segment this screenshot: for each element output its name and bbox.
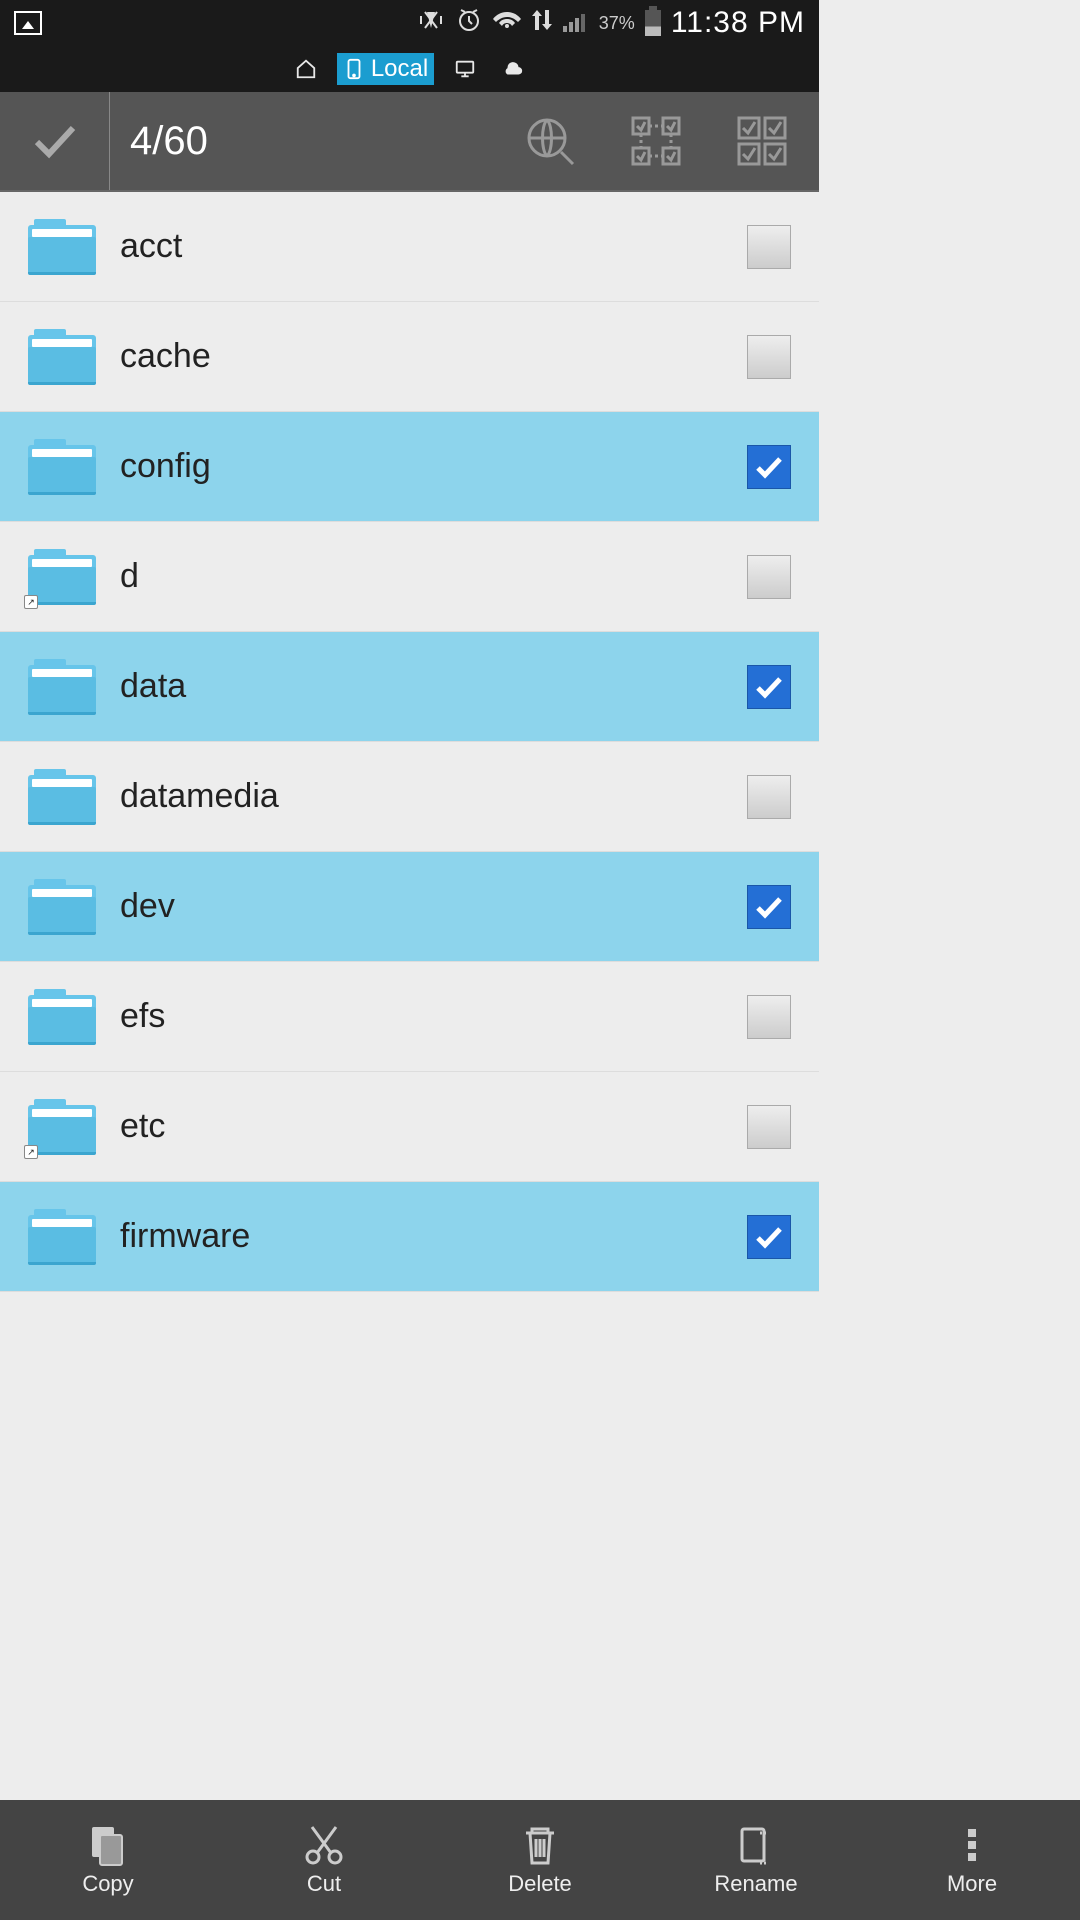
checkbox[interactable]	[747, 1105, 791, 1149]
checkbox[interactable]	[747, 335, 791, 379]
file-row[interactable]: efs	[0, 962, 819, 1072]
computer-icon	[454, 58, 476, 80]
vibrate-icon	[417, 8, 445, 39]
location-tabs: Local	[0, 46, 819, 92]
tab-local[interactable]: Local	[337, 53, 434, 85]
delete-button[interactable]: Delete	[432, 1800, 648, 1920]
file-name: dev	[120, 887, 747, 926]
file-name: datamedia	[120, 777, 747, 816]
checkbox[interactable]	[747, 775, 791, 819]
scissors-icon	[302, 1823, 346, 1867]
checkbox[interactable]	[747, 995, 791, 1039]
file-row[interactable]: firmware	[0, 1182, 819, 1292]
clock: 11:38 PM	[671, 6, 805, 40]
tab-local-label: Local	[371, 55, 428, 83]
select-all-button[interactable]	[735, 114, 789, 168]
file-row[interactable]: data	[0, 632, 819, 742]
file-row[interactable]: ↗d	[0, 522, 819, 632]
tab-cloud[interactable]	[496, 56, 530, 82]
file-name: config	[120, 447, 747, 486]
sync-icon	[531, 8, 553, 39]
bottom-toolbar: Copy Cut Delete Rename More	[0, 1800, 1080, 1920]
done-button[interactable]	[0, 92, 110, 190]
file-name: etc	[120, 1107, 747, 1146]
file-row[interactable]: cache	[0, 302, 819, 412]
battery-percentage: 37%	[599, 13, 635, 34]
file-name: firmware	[120, 1217, 747, 1256]
checkbox[interactable]	[747, 555, 791, 599]
folder-icon	[28, 989, 96, 1045]
shortcut-badge-icon: ↗	[24, 595, 38, 609]
alarm-icon	[455, 6, 483, 41]
delete-label: Delete	[508, 1871, 572, 1897]
folder-icon	[28, 219, 96, 275]
folder-icon	[28, 439, 96, 495]
file-row[interactable]: acct	[0, 192, 819, 302]
folder-icon	[28, 769, 96, 825]
tab-home[interactable]	[289, 56, 323, 82]
checkbox[interactable]	[747, 225, 791, 269]
signal-icon	[563, 8, 589, 39]
rename-button[interactable]: Rename	[648, 1800, 864, 1920]
selection-count: 4/60	[110, 119, 523, 164]
file-name: data	[120, 667, 747, 706]
tab-lan[interactable]	[448, 56, 482, 82]
phone-icon	[343, 58, 365, 80]
more-label: More	[947, 1871, 997, 1897]
shortcut-badge-icon: ↗	[24, 1145, 38, 1159]
wifi-icon	[493, 8, 521, 39]
copy-icon	[86, 1823, 130, 1867]
rename-icon	[734, 1823, 778, 1867]
cloud-icon	[502, 58, 524, 80]
checkbox[interactable]	[747, 1215, 791, 1259]
home-icon	[295, 58, 317, 80]
checkbox[interactable]	[747, 885, 791, 929]
search-web-button[interactable]	[523, 114, 577, 168]
more-icon	[950, 1823, 994, 1867]
file-name: d	[120, 557, 747, 596]
folder-icon	[28, 879, 96, 935]
rename-label: Rename	[714, 1871, 797, 1897]
status-bar: 37% 11:38 PM	[0, 0, 819, 46]
battery-icon	[645, 10, 661, 36]
selection-action-bar: 4/60	[0, 92, 819, 192]
folder-icon	[28, 659, 96, 715]
gallery-icon	[14, 11, 42, 35]
file-name: acct	[120, 227, 747, 266]
copy-button[interactable]: Copy	[0, 1800, 216, 1920]
file-name: efs	[120, 997, 747, 1036]
folder-icon: ↗	[28, 1099, 96, 1155]
folder-icon	[28, 329, 96, 385]
cut-button[interactable]: Cut	[216, 1800, 432, 1920]
folder-icon: ↗	[28, 549, 96, 605]
file-row[interactable]: config	[0, 412, 819, 522]
folder-icon	[28, 1209, 96, 1265]
copy-label: Copy	[82, 1871, 133, 1897]
more-button[interactable]: More	[864, 1800, 1080, 1920]
cut-label: Cut	[307, 1871, 341, 1897]
file-list[interactable]: acctcacheconfig↗ddatadatamediadevefs↗etc…	[0, 192, 819, 1292]
checkbox[interactable]	[747, 445, 791, 489]
trash-icon	[518, 1823, 562, 1867]
file-row[interactable]: datamedia	[0, 742, 819, 852]
checkbox[interactable]	[747, 665, 791, 709]
file-row[interactable]: dev	[0, 852, 819, 962]
select-range-button[interactable]	[629, 114, 683, 168]
file-name: cache	[120, 337, 747, 376]
file-row[interactable]: ↗ etc	[0, 1072, 819, 1182]
